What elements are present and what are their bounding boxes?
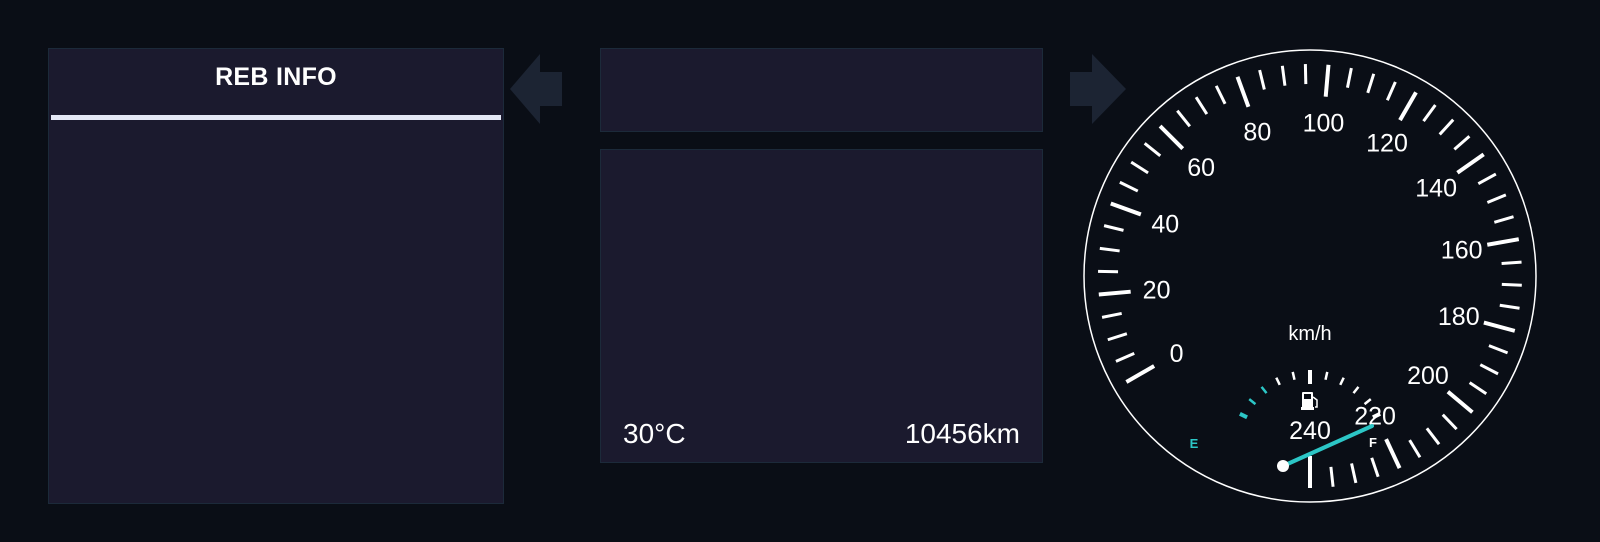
temperature-readout: 30°C	[623, 418, 686, 449]
speed-label: 120	[1366, 130, 1408, 158]
arrow-left-icon[interactable]	[510, 54, 566, 124]
fuel-needle-hub	[1277, 460, 1289, 472]
speed-unit-label: km/h	[1288, 323, 1331, 345]
speed-label: 60	[1187, 154, 1215, 182]
vehicle-info-box: 30°C 10456km	[600, 149, 1043, 463]
fuel-tick	[1324, 371, 1329, 381]
reb-info-panel: REB INFO	[48, 48, 504, 504]
fuel-full-label: F	[1369, 435, 1377, 450]
fuel-tick	[1291, 371, 1296, 381]
reb-info-title: REB INFO	[215, 63, 337, 91]
odometer-readout: 10456km	[904, 418, 1020, 449]
speed-label: 0	[1170, 340, 1184, 368]
speed-major-tick	[1323, 64, 1331, 97]
reb-info-divider	[51, 115, 501, 120]
speed-label: 140	[1415, 175, 1457, 203]
speed-label: 40	[1151, 210, 1179, 238]
speed-label: 160	[1441, 236, 1483, 264]
speed-label: 20	[1143, 276, 1171, 304]
top-info-box	[600, 48, 1043, 132]
speed-minor-tick	[1501, 260, 1522, 265]
speed-label: 180	[1438, 303, 1480, 331]
fuel-empty-label: E	[1190, 436, 1199, 451]
speed-major-tick	[1098, 289, 1131, 297]
speedometer-gauge: 020406080 100120140160180200220240 km/h E…	[1083, 49, 1537, 503]
speed-label: 200	[1407, 362, 1449, 390]
speed-minor-tick	[1501, 282, 1522, 287]
speed-label: 100	[1303, 110, 1345, 138]
speed-label: 240	[1289, 417, 1331, 445]
speed-label: 80	[1243, 118, 1271, 146]
